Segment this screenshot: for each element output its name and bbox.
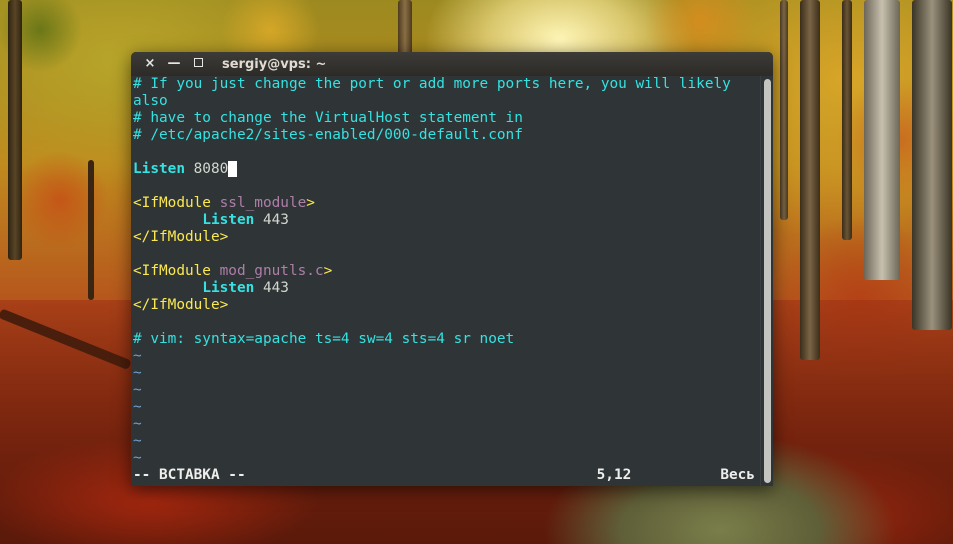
editor-line: ~ (133, 365, 761, 382)
ifmodule-open-tag: <IfModule (133, 263, 211, 279)
comment-text: # If you just change the port or add mor… (133, 76, 731, 92)
listen-keyword: Listen (202, 280, 255, 296)
vim-status-line: -- ВСТАВКА -- 5,12 Весь (133, 467, 761, 484)
editor-line: ~ (133, 399, 761, 416)
cursor-position: 5,12 (596, 467, 632, 483)
editor-line: <IfModule mod_gnutls.c> (133, 263, 761, 280)
editor-line: ~ (133, 450, 761, 467)
comment-text: also (133, 93, 168, 109)
port-value: 443 (254, 280, 289, 296)
ifmodule-close-tag: </IfModule> (133, 297, 229, 313)
text-cursor (228, 161, 238, 177)
listen-keyword: Listen (202, 212, 255, 228)
editor-line: Listen 443 (133, 212, 761, 229)
close-button[interactable]: × (142, 56, 158, 72)
empty-line-marker: ~ (133, 450, 142, 466)
ifmodule-open-tag: <IfModule (133, 195, 211, 211)
editor-line: also (133, 93, 761, 110)
port-value: 443 (254, 212, 289, 228)
mode-indicator: -- ВСТАВКА -- (133, 467, 246, 483)
editor-line: <IfModule ssl_module> (133, 195, 761, 212)
editor-line: </IfModule> (133, 297, 761, 314)
scrollbar-thumb[interactable] (764, 79, 771, 483)
close-icon: × (144, 56, 156, 71)
vim-editor-area[interactable]: # If you just change the port or add mor… (131, 76, 761, 486)
maximize-icon (193, 58, 203, 67)
editor-line: ~ (133, 416, 761, 433)
editor-line: ~ (133, 382, 761, 399)
empty-line-marker: ~ (133, 416, 142, 432)
scrollbar[interactable] (760, 76, 773, 486)
empty-line-marker: ~ (133, 399, 142, 415)
module-name: ssl_module (210, 195, 307, 211)
editor-line: </IfModule> (133, 229, 761, 246)
editor-line: # have to change the VirtualHost stateme… (133, 110, 761, 127)
scroll-indicator: Весь (720, 467, 755, 483)
tag-close-bracket: > (323, 263, 333, 279)
editor-line: ~ (133, 433, 761, 450)
minimize-icon: — (167, 56, 181, 71)
empty-line-marker: ~ (133, 433, 142, 449)
editor-line: # /etc/apache2/sites-enabled/000-default… (133, 127, 761, 144)
listen-keyword: Listen (133, 161, 185, 177)
editor-line: # If you just change the port or add mor… (133, 76, 761, 93)
comment-text: # /etc/apache2/sites-enabled/000-default… (133, 127, 523, 143)
minimize-button[interactable]: — (166, 56, 182, 72)
empty-line-marker: ~ (133, 365, 142, 381)
module-name: mod_gnutls.c (210, 263, 324, 279)
comment-text: # vim: syntax=apache ts=4 sw=4 sts=4 sr … (133, 331, 515, 347)
tag-close-bracket: > (306, 195, 315, 211)
window-titlebar[interactable]: × — sergiy@vps: ~ (131, 52, 773, 76)
editor-line: Listen 8080 (133, 161, 761, 178)
empty-line-marker: ~ (133, 348, 142, 364)
window-title: sergiy@vps: ~ (222, 56, 327, 72)
port-value: 8080 (184, 161, 229, 177)
editor-line: ~ (133, 348, 761, 365)
terminal-window[interactable]: × — sergiy@vps: ~ # If you just change t… (131, 52, 773, 486)
comment-text: # have to change the VirtualHost stateme… (133, 110, 523, 126)
editor-line: # vim: syntax=apache ts=4 sw=4 sts=4 sr … (133, 331, 761, 348)
ifmodule-close-tag: </IfModule> (133, 229, 229, 245)
editor-line: Listen 443 (133, 280, 761, 297)
empty-line-marker: ~ (133, 382, 142, 398)
maximize-button[interactable] (190, 56, 206, 72)
